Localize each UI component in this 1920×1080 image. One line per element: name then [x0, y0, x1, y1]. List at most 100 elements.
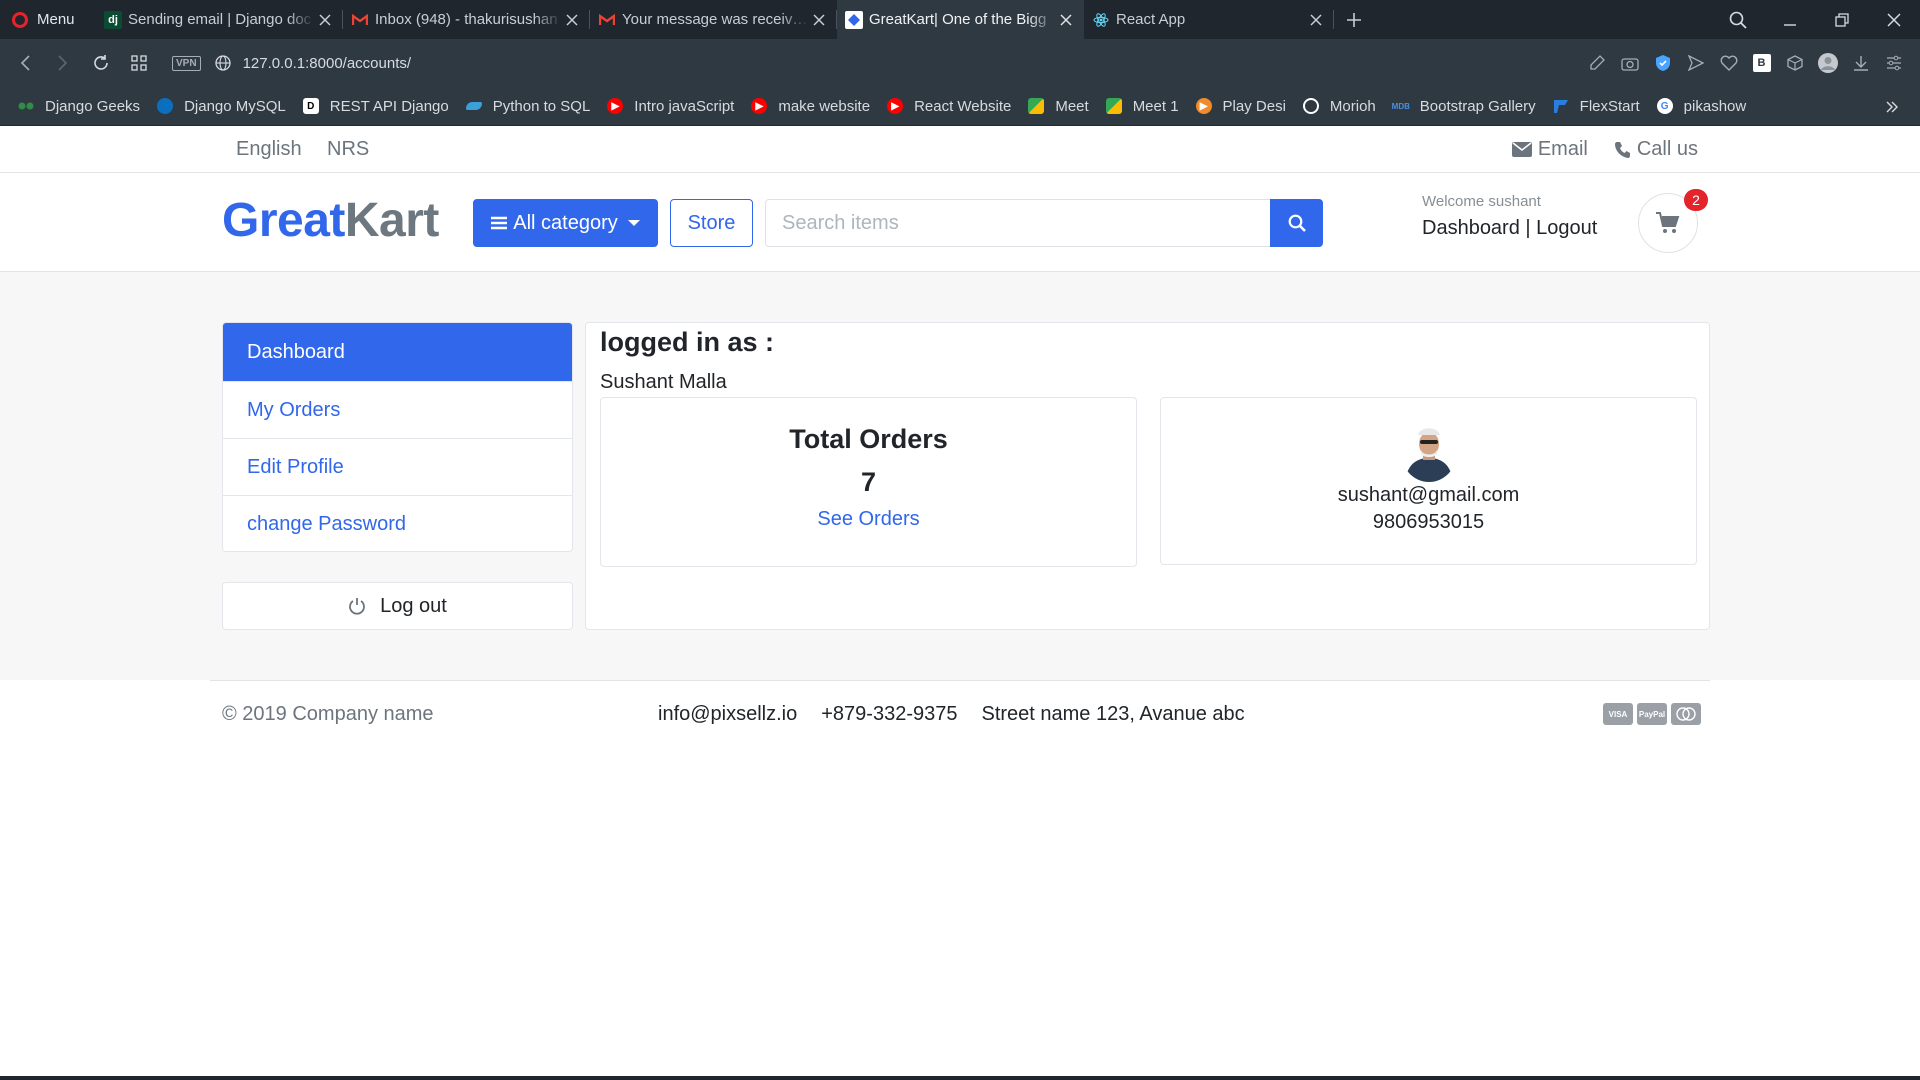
send-icon[interactable]: [1679, 39, 1712, 87]
bookmark-label: Bootstrap Gallery: [1419, 97, 1536, 115]
forward-icon[interactable]: [44, 39, 82, 87]
footer-contact: info@pixsellz.io +879-332-9375 Street na…: [658, 703, 1245, 726]
browser-tab-bar: Menu dj Sending email | Django doc Inbox…: [0, 0, 1920, 39]
mastercard-icon: [1671, 703, 1701, 725]
sidebar-item-label: My Orders: [247, 398, 341, 421]
morioh-icon: [1302, 98, 1319, 114]
bookmark-item[interactable]: ▶ make website: [751, 98, 870, 115]
bookmark-item[interactable]: Meet 1: [1105, 98, 1179, 115]
heart-icon[interactable]: [1712, 39, 1745, 87]
url-field[interactable]: 127.0.0.1:8000/accounts/: [243, 55, 411, 72]
site-footer: © 2019 Company name info@pixsellz.io +87…: [0, 681, 1920, 741]
minimize-icon[interactable]: [1764, 0, 1816, 39]
browser-tab[interactable]: Inbox (948) - thakurisushan: [343, 0, 590, 39]
download-icon[interactable]: [1844, 39, 1877, 87]
search-input[interactable]: Search items: [765, 199, 1271, 247]
extension-b-icon[interactable]: B: [1745, 39, 1778, 87]
new-tab-button[interactable]: [1334, 0, 1374, 39]
logout-button[interactable]: Log out: [222, 582, 573, 630]
youtube-icon: ▶: [607, 98, 624, 114]
tab-title: React App: [1116, 11, 1186, 28]
call-link[interactable]: Call us: [1614, 138, 1698, 161]
cart-count-badge: 2: [1684, 189, 1708, 211]
bookmark-label: Morioh: [1329, 97, 1376, 115]
shield-icon[interactable]: [1646, 39, 1679, 87]
bookmark-item[interactable]: Meet: [1028, 98, 1089, 115]
edit-icon[interactable]: [1580, 39, 1613, 87]
bookmark-item[interactable]: ▶ Intro javaScript: [607, 98, 734, 115]
search-button[interactable]: [1270, 199, 1323, 247]
sidebar-item-change-password[interactable]: change Password: [223, 496, 572, 551]
profile-icon[interactable]: [1811, 39, 1844, 87]
restore-icon[interactable]: [1816, 0, 1868, 39]
close-tab-icon[interactable]: [315, 10, 335, 30]
camera-icon[interactable]: [1613, 39, 1646, 87]
bookmark-item[interactable]: Gpikashow: [1656, 97, 1747, 115]
bookmark-item[interactable]: Django MySQL: [157, 98, 286, 115]
bookmark-item[interactable]: ▶ Play Desi: [1195, 98, 1286, 115]
bookmark-item[interactable]: Django Geeks: [18, 98, 140, 115]
cube-icon[interactable]: [1778, 39, 1811, 87]
footer-phone[interactable]: +879-332-9375: [821, 703, 957, 726]
browser-menu-label: Menu: [37, 11, 75, 28]
bookmark-item[interactable]: FlexStart: [1553, 98, 1640, 115]
email-link-label: Email: [1537, 138, 1588, 160]
sidebar-item-edit-profile[interactable]: Edit Profile: [223, 439, 572, 496]
mysql-icon: [157, 98, 174, 114]
bookmark-label: Intro javaScript: [634, 97, 735, 115]
user-links: Dashboard | Logout: [1422, 217, 1597, 240]
reload-icon[interactable]: [82, 39, 120, 87]
browser-tab[interactable]: dj Sending email | Django doc: [96, 0, 343, 39]
vpn-badge[interactable]: VPN: [172, 55, 201, 71]
back-icon[interactable]: [6, 39, 44, 87]
avatar: [1400, 422, 1457, 482]
bookmarks-more-icon[interactable]: [1886, 87, 1898, 126]
close-tab-icon[interactable]: [562, 10, 582, 30]
all-category-dropdown[interactable]: All category: [473, 199, 658, 247]
tab-title: Inbox (948) - thakurisushan: [375, 11, 558, 28]
top-strip: English NRS Email Call us: [0, 126, 1920, 173]
web-page: English NRS Email Call us GreatKart All …: [0, 126, 1920, 1080]
browser-tab[interactable]: React App: [1084, 0, 1334, 39]
bookmark-item[interactable]: Python to SQL: [465, 98, 590, 115]
bookmark-item[interactable]: D REST API Django: [302, 98, 449, 115]
footer-email[interactable]: info@pixsellz.io: [658, 703, 797, 726]
bookmark-label: Django Geeks: [45, 97, 141, 115]
close-tab-icon[interactable]: [1306, 10, 1326, 30]
sidebar-item-dashboard[interactable]: Dashboard: [223, 323, 572, 382]
language-selector[interactable]: English: [236, 138, 302, 161]
see-orders-link[interactable]: See Orders: [601, 508, 1136, 531]
separator: |: [1525, 217, 1531, 239]
currency-selector[interactable]: NRS: [327, 138, 369, 161]
tab-title: GreatKart| One of the Bigg: [869, 11, 1047, 28]
browser-tab-active[interactable]: GreatKart| One of the Bigg: [837, 0, 1084, 39]
profile-card: sushant@gmail.com 9806953015: [1160, 397, 1697, 565]
browser-menu-button[interactable]: Menu: [0, 0, 96, 39]
logout-link[interactable]: Logout: [1536, 217, 1597, 239]
django-geeks-icon: [18, 98, 34, 114]
shopping-cart-icon: [1656, 212, 1680, 233]
speed-dial-icon[interactable]: [120, 39, 158, 87]
greatkart-logo[interactable]: GreatKart: [222, 193, 439, 249]
bookmark-item[interactable]: ▶ React Website: [887, 98, 1011, 115]
bookmark-item[interactable]: Morioh: [1302, 97, 1376, 115]
email-link[interactable]: Email: [1511, 138, 1588, 161]
sidebar-item-my-orders[interactable]: My Orders: [223, 382, 572, 439]
dashboard-link[interactable]: Dashboard: [1422, 217, 1520, 239]
settings-sliders-icon[interactable]: [1877, 39, 1910, 87]
user-phone: 9806953015: [1372, 511, 1485, 533]
logo-part-great: Great: [222, 194, 345, 247]
greatkart-icon: [845, 10, 863, 29]
close-window-icon[interactable]: [1868, 0, 1920, 39]
globe-icon: [214, 55, 231, 71]
store-button[interactable]: Store: [670, 199, 753, 247]
search-tabs-icon[interactable]: [1712, 0, 1764, 39]
react-icon: [1092, 11, 1110, 29]
bookmark-label: pikashow: [1683, 97, 1747, 115]
bookmark-item[interactable]: MDB Bootstrap Gallery: [1392, 97, 1536, 115]
close-tab-icon[interactable]: [809, 10, 829, 30]
close-tab-icon[interactable]: [1056, 10, 1076, 30]
browser-tab[interactable]: Your message was received: [590, 0, 837, 39]
phone-icon: [1614, 142, 1630, 158]
copyright: © 2019 Company name: [222, 703, 434, 725]
